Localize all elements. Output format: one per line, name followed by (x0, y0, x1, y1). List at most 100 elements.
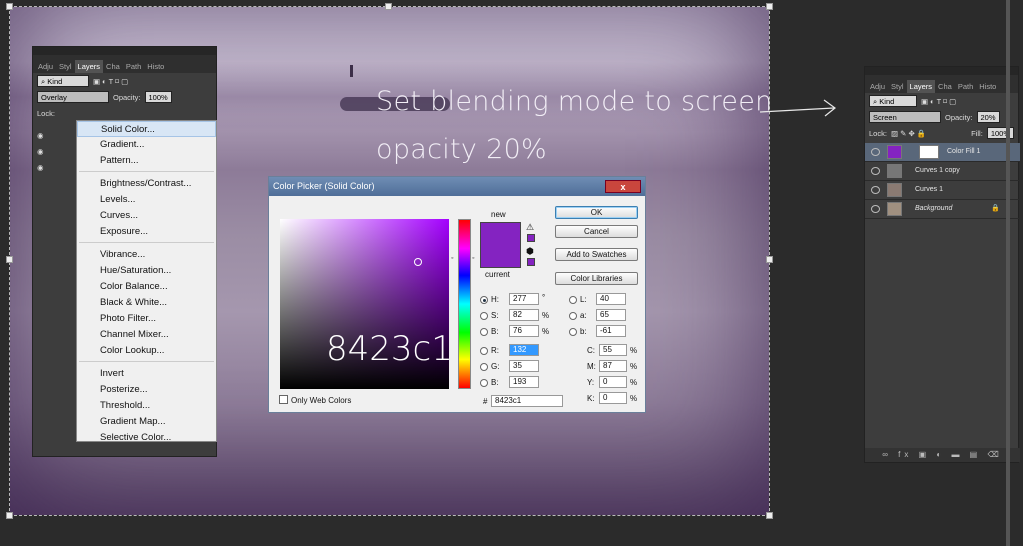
radio-r[interactable] (480, 347, 488, 355)
input-a[interactable]: 65 (596, 309, 626, 321)
transform-handle[interactable] (766, 512, 773, 519)
menu-item-gradient[interactable]: Gradient... (77, 137, 216, 153)
warning-icon[interactable]: ⚠ (526, 222, 534, 233)
tab-channels[interactable]: Cha (103, 60, 123, 73)
input-m[interactable]: 87 (599, 360, 627, 372)
tab-styles[interactable]: Styl (888, 80, 907, 93)
eye-icon[interactable] (871, 205, 880, 213)
opacity-input[interactable]: 100% (144, 91, 172, 103)
layer-curves-1[interactable]: Curves 1 (865, 181, 1020, 200)
color-libraries-button[interactable]: Color Libraries (555, 272, 638, 285)
layer-name: Background (915, 205, 953, 212)
radio-b[interactable] (480, 328, 488, 336)
layer-color-fill-1[interactable]: Color Fill 1 (865, 143, 1020, 162)
color-field[interactable]: 8423c1 (280, 219, 453, 389)
transform-handle[interactable] (766, 256, 773, 263)
input-s[interactable]: 82 (509, 309, 539, 321)
ok-button[interactable]: OK (555, 206, 638, 219)
input-g[interactable]: 35 (509, 360, 539, 372)
eye-icon[interactable]: ◉ (37, 131, 44, 140)
menu-item-selective-color[interactable]: Selective Color... (77, 430, 216, 446)
tab-histogram[interactable]: Histo (976, 80, 999, 93)
eye-icon[interactable] (871, 148, 880, 156)
menu-item-exposure[interactable]: Exposure... (77, 224, 216, 240)
input-c[interactable]: 55 (599, 344, 627, 356)
input-l[interactable]: 40 (596, 293, 626, 305)
menu-item-hue-saturation[interactable]: Hue/Saturation... (77, 263, 216, 279)
tab-paths[interactable]: Path (955, 80, 976, 93)
tab-histogram[interactable]: Histo (144, 60, 167, 73)
cube-icon[interactable]: ⬢ (526, 246, 534, 257)
menu-item-brightness-contrast[interactable]: Brightness/Contrast... (77, 176, 216, 192)
cancel-button[interactable]: Cancel (555, 225, 638, 238)
input-b[interactable]: 76 (509, 325, 539, 337)
transform-handle[interactable] (6, 3, 13, 10)
blend-mode-select[interactable]: Screen (869, 111, 941, 123)
input-h[interactable]: 277 (509, 293, 539, 305)
eye-icon[interactable] (871, 186, 880, 194)
input-y[interactable]: 0 (599, 376, 627, 388)
input-k[interactable]: 0 (599, 392, 627, 404)
menu-item-channel-mixer[interactable]: Channel Mixer... (77, 327, 216, 343)
eye-icon[interactable]: ◉ (37, 163, 44, 172)
hue-slider[interactable] (458, 219, 471, 389)
radio-l[interactable] (569, 296, 577, 304)
tab-styles[interactable]: Styl (56, 60, 75, 73)
menu-item-vibrance[interactable]: Vibrance... (77, 247, 216, 263)
radio-g[interactable] (480, 363, 488, 371)
close-button[interactable]: x (605, 180, 641, 193)
add-to-swatches-button[interactable]: Add to Swatches (555, 248, 638, 261)
tab-adjustments[interactable]: Adju (35, 60, 56, 73)
label-s: S: (491, 311, 499, 320)
layer-curves-1-copy[interactable]: Curves 1 copy (865, 162, 1020, 181)
kind-filter[interactable]: ⌕ Kind (37, 75, 89, 87)
layer-background[interactable]: Background 🔒 (865, 200, 1020, 219)
scrollbar[interactable] (1006, 0, 1010, 546)
opacity-label: Opacity: (113, 92, 141, 102)
hue-slider-right-arrow[interactable]: ◦ (472, 255, 474, 262)
input-lab-b[interactable]: -61 (596, 325, 626, 337)
tab-layers[interactable]: Layers (74, 60, 104, 73)
tab-adjustments[interactable]: Adju (867, 80, 888, 93)
hex-input[interactable]: 8423c1 (491, 395, 563, 407)
menu-item-gradient-map[interactable]: Gradient Map... (77, 414, 216, 430)
color-field-marker[interactable] (414, 258, 422, 266)
menu-item-curves[interactable]: Curves... (77, 208, 216, 224)
radio-lab-b[interactable] (569, 328, 577, 336)
menu-item-color-lookup[interactable]: Color Lookup... (77, 343, 216, 359)
only-web-colors-checkbox[interactable] (279, 395, 288, 404)
menu-item-black-white[interactable]: Black & White... (77, 295, 216, 311)
menu-item-invert[interactable]: Invert (77, 366, 216, 382)
eye-icon[interactable]: ◉ (37, 147, 44, 156)
hue-slider-left-arrow[interactable]: ◦ (451, 255, 453, 262)
menu-item-photo-filter[interactable]: Photo Filter... (77, 311, 216, 327)
layers-footer-toolbar[interactable]: ∞ fx ▣ ◐ ▬ ▤ ⌫ (865, 448, 1020, 462)
radio-h[interactable] (480, 296, 488, 304)
radio-blue[interactable] (480, 379, 488, 387)
label-r: R: (491, 346, 499, 355)
input-blue[interactable]: 193 (509, 376, 539, 388)
tab-layers[interactable]: Layers (906, 80, 936, 93)
transform-handle[interactable] (6, 512, 13, 519)
input-r[interactable]: 132 (509, 344, 539, 356)
radio-s[interactable] (480, 312, 488, 320)
menu-item-posterize[interactable]: Posterize... (77, 382, 216, 398)
eye-icon[interactable] (871, 167, 880, 175)
blend-mode-select[interactable]: Overlay (37, 91, 109, 103)
radio-a[interactable] (569, 312, 577, 320)
menu-item-pattern[interactable]: Pattern... (77, 153, 216, 169)
kind-filter[interactable]: ⌕ Kind (869, 95, 917, 107)
transform-handle[interactable] (766, 3, 773, 10)
menu-item-color-balance[interactable]: Color Balance... (77, 279, 216, 295)
tab-channels[interactable]: Cha (935, 80, 955, 93)
menu-item-levels[interactable]: Levels... (77, 192, 216, 208)
transform-handle[interactable] (6, 256, 13, 263)
menu-item-threshold[interactable]: Threshold... (77, 398, 216, 414)
transform-handle[interactable] (385, 3, 392, 10)
opacity-input[interactable]: 20% (976, 111, 1000, 123)
menu-item-solid-color[interactable]: Solid Color... (77, 121, 216, 137)
tab-paths[interactable]: Path (123, 60, 144, 73)
label-a: a: (580, 311, 587, 320)
gamut-swatch[interactable] (527, 234, 535, 242)
websafe-swatch[interactable] (527, 258, 535, 266)
